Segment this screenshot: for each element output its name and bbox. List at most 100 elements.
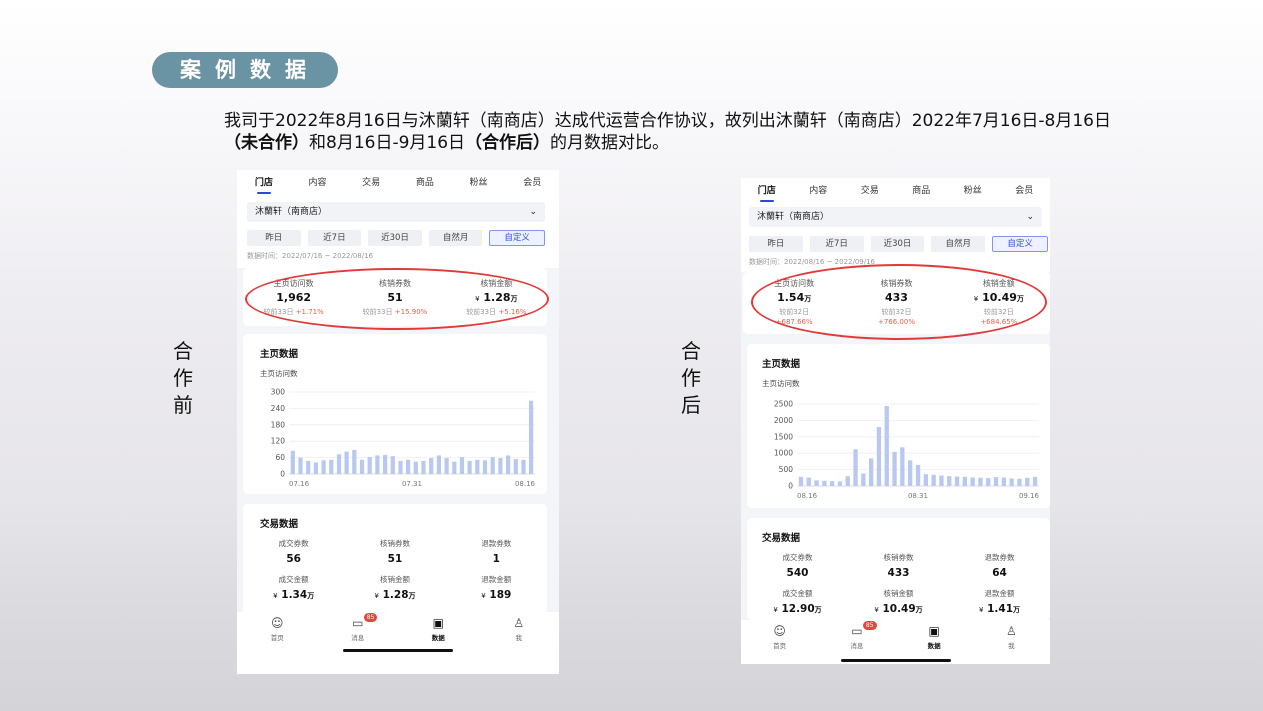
nav-messages[interactable]: ▭ 85 消息: [818, 621, 895, 650]
bar: [513, 459, 518, 474]
bar: [970, 477, 975, 486]
tab-members[interactable]: 会员: [505, 170, 559, 196]
y-tick-label: 0: [280, 470, 285, 479]
bar: [900, 447, 905, 486]
highlight-ring: [751, 264, 1047, 340]
bar: [837, 481, 843, 486]
x-tick-label: 07.31: [402, 480, 422, 488]
tab-trade[interactable]: 交易: [344, 170, 398, 196]
bar: [814, 480, 819, 486]
screenshot-after: 门店 内容 交易 商品 粉丝 会员 沐蘭轩（南商店） ⌄ 昨日 近7日 近30日…: [741, 178, 1050, 664]
range-7days[interactable]: 近7日: [809, 236, 864, 252]
tab-goods[interactable]: 商品: [896, 178, 948, 204]
briefcase-icon: ▣: [928, 624, 940, 638]
nav-me[interactable]: ♙ 我: [973, 624, 1050, 650]
bar: [406, 459, 411, 474]
bar: [962, 476, 967, 486]
bar: [506, 455, 511, 474]
bar: [830, 481, 835, 486]
tab-store[interactable]: 门店: [237, 170, 291, 196]
y-tick-label: 1500: [774, 432, 793, 441]
card-title: 主页数据: [762, 359, 801, 370]
x-tick-label: 08.16: [515, 480, 536, 488]
section-badge: 案例数据: [152, 52, 338, 88]
trade-stat: 成交券数 56: [278, 539, 309, 565]
bar: [1025, 477, 1030, 486]
nav-messages[interactable]: ▭ 85 消息: [318, 613, 399, 642]
trade-stat: 退款金额 ¥ 1.41万: [978, 589, 1021, 615]
bar: [798, 476, 804, 486]
range-selector: 昨日 近7日 近30日 自然月 自定义: [749, 236, 1048, 252]
tab-members[interactable]: 会员: [999, 178, 1051, 204]
bar: [383, 454, 388, 474]
tab-trade[interactable]: 交易: [844, 178, 896, 204]
bar: [876, 427, 882, 486]
store-name: 沐蘭轩（南商店）: [255, 207, 328, 217]
bar: [529, 400, 534, 474]
range-month[interactable]: 自然月: [931, 236, 986, 252]
card-title: 交易数据: [260, 519, 299, 530]
tab-goods[interactable]: 商品: [398, 170, 452, 196]
tab-content[interactable]: 内容: [793, 178, 845, 204]
briefcase-icon: ▣: [432, 616, 444, 630]
tab-content[interactable]: 内容: [291, 170, 345, 196]
bar: [498, 458, 503, 474]
range-yesterday[interactable]: 昨日: [247, 230, 301, 246]
y-tick-label: 2500: [774, 400, 793, 409]
tab-store[interactable]: 门店: [741, 178, 793, 204]
trade-stat: 退款券数 1: [481, 539, 512, 565]
range-30days[interactable]: 近30日: [368, 230, 422, 246]
home-icon: ☺: [773, 624, 786, 638]
bar: [482, 460, 488, 474]
tab-fans[interactable]: 粉丝: [947, 178, 999, 204]
range-custom[interactable]: 自定义: [992, 236, 1048, 252]
trade-stat: 核销券数 51: [379, 539, 410, 565]
bar: [954, 476, 960, 486]
range-30days[interactable]: 近30日: [870, 236, 925, 252]
visits-bar-chart: 0 500 1000 1500 2000 2500 08.16 08.31 09.16: [774, 400, 1040, 501]
bar: [336, 454, 342, 474]
nav-home[interactable]: ☺ 首页: [741, 624, 818, 650]
card-subtitle: 主页访问数: [260, 369, 298, 378]
bar: [978, 477, 983, 486]
bar: [806, 477, 811, 486]
y-tick-label: 60: [275, 453, 285, 462]
nav-data[interactable]: ▣ 数据: [398, 616, 479, 642]
range-selector: 昨日 近7日 近30日 自然月 自定义: [247, 230, 545, 246]
tab-fans[interactable]: 粉丝: [452, 170, 506, 196]
range-7days[interactable]: 近7日: [307, 230, 362, 246]
bar: [321, 460, 326, 474]
description-paragraph: 我司于2022年8月16日与沐蘭轩（南商店）达成代运营合作协议，故列出沐蘭轩（南…: [224, 111, 1112, 153]
bar: [421, 460, 426, 474]
nav-data[interactable]: ▣ 数据: [896, 624, 973, 650]
trade-card: 交易数据 成交券数 56 核销券数 51 退款券数 1 成交金额 ¥ 1.34万 核销金…: [243, 504, 547, 614]
x-tick-label: 08.16: [797, 492, 818, 500]
range-month[interactable]: 自然月: [428, 230, 483, 246]
highlight-ring: [245, 268, 549, 330]
bar: [290, 450, 295, 474]
range-yesterday[interactable]: 昨日: [749, 236, 803, 252]
y-tick-label: 240: [271, 404, 286, 413]
store-selector[interactable]: 沐蘭轩（南商店） ⌄: [247, 202, 545, 222]
bar: [1009, 478, 1014, 486]
bar: [939, 475, 944, 486]
bar: [1017, 478, 1022, 486]
label-after: 合作后: [681, 339, 701, 417]
trade-card: 交易数据 成交券数 540 核销券数 433 退款券数 64 成交金额 ¥ 12.90万…: [747, 518, 1050, 620]
trade-stat: 核销金额 ¥ 10.49万: [874, 589, 923, 615]
nav-me[interactable]: ♙ 我: [479, 616, 560, 642]
bar: [1001, 477, 1006, 486]
y-tick-label: 120: [271, 437, 286, 446]
trade-stat: 成交券数 540: [782, 553, 813, 579]
top-tabs: 门店 内容 交易 商品 粉丝 会员: [237, 170, 559, 196]
unread-badge: 85: [862, 621, 877, 630]
nav-home[interactable]: ☺ 首页: [237, 616, 318, 642]
store-selector[interactable]: 沐蘭轩（南商店） ⌄: [749, 207, 1042, 227]
y-tick-label: 1000: [774, 449, 793, 458]
x-tick-label: 07.16: [289, 480, 310, 488]
bar: [298, 457, 303, 474]
bar: [313, 462, 318, 474]
message-icon: ▭: [352, 616, 364, 630]
trade-stat: 退款券数 64: [984, 553, 1015, 579]
range-custom[interactable]: 自定义: [489, 230, 545, 246]
